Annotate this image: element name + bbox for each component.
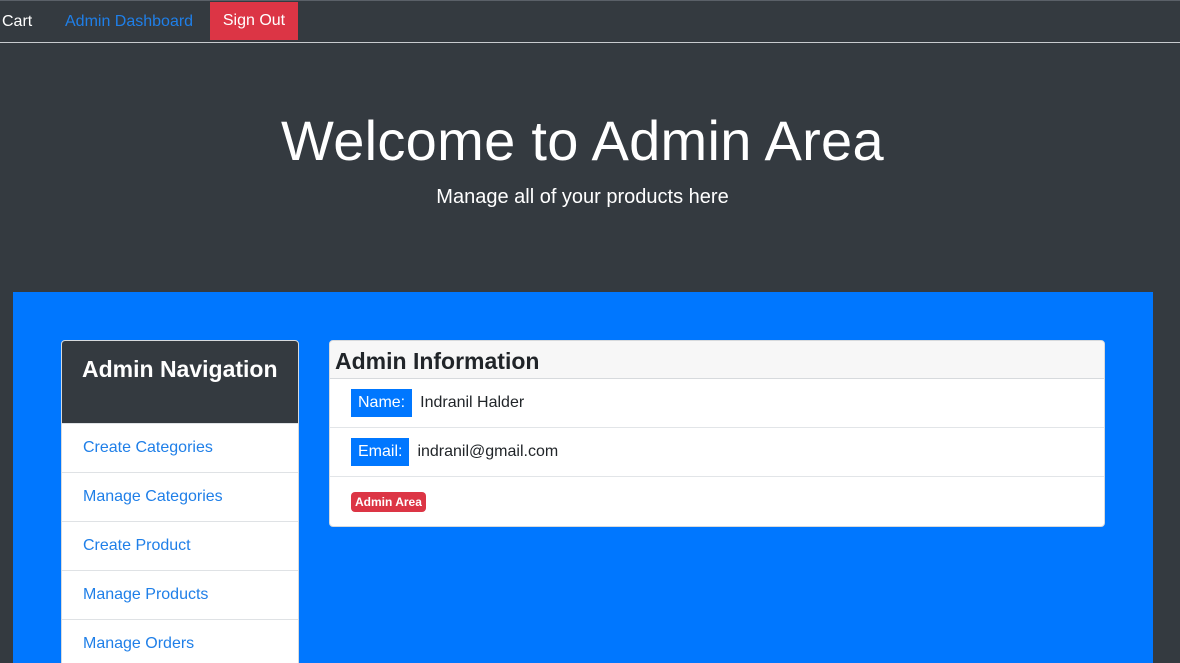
hero-subtitle: Manage all of your products here [436, 186, 729, 208]
email-value: indranil@gmail.com [417, 443, 559, 460]
name-row: Name: Indranil Halder [330, 379, 1104, 428]
admin-area-badge: Admin Area [351, 491, 426, 512]
email-label: Email: [351, 438, 410, 466]
name-value: Indranil Halder [420, 394, 525, 411]
admin-navigation-panel: Admin Navigation Create Categories Manag… [61, 340, 299, 663]
nav-link-cart[interactable]: Cart [2, 13, 32, 31]
sidebar-item-manage-orders[interactable]: Manage Orders [62, 619, 298, 663]
nav-link-admin-dashboard[interactable]: Admin Dashboard [65, 13, 193, 31]
sidebar-item-manage-products[interactable]: Manage Products [62, 570, 298, 619]
admin-navigation-title: Admin Navigation [62, 341, 298, 423]
role-row: Admin Area [330, 477, 1104, 526]
admin-information-card: Admin Information Name: Indranil Halder … [329, 340, 1105, 527]
top-navbar: Cart Admin Dashboard Sign Out [0, 0, 1180, 43]
name-label: Name: [351, 389, 413, 417]
email-row: Email: indranil@gmail.com [330, 428, 1104, 477]
sidebar-item-create-categories[interactable]: Create Categories [62, 423, 298, 472]
hero-title: Welcome to Admin Area [281, 109, 884, 172]
sidebar-item-create-product[interactable]: Create Product [62, 521, 298, 570]
admin-content-area: Admin Navigation Create Categories Manag… [13, 292, 1153, 663]
sign-out-button[interactable]: Sign Out [210, 2, 298, 40]
sidebar-item-manage-categories[interactable]: Manage Categories [62, 472, 298, 521]
admin-information-title: Admin Information [330, 341, 1104, 379]
